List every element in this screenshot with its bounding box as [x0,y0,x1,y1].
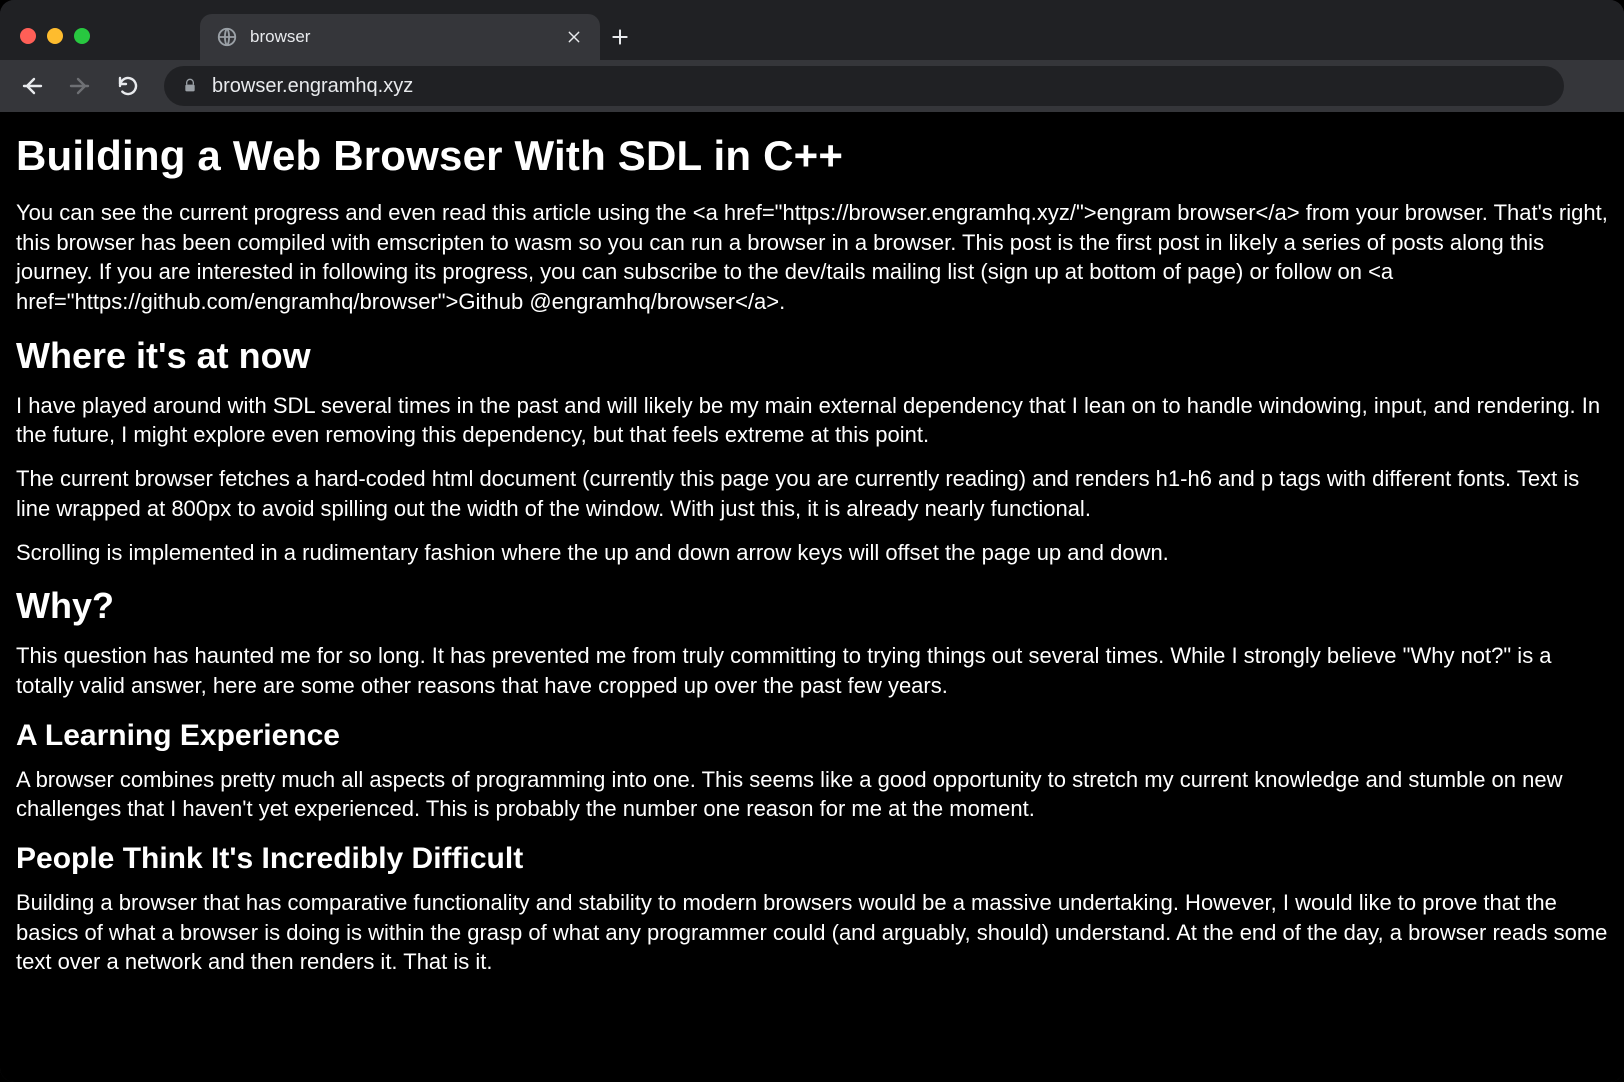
lock-icon [182,78,198,94]
paragraph: You can see the current progress and eve… [16,198,1608,317]
tab-active[interactable]: browser [200,14,600,60]
new-tab-button[interactable] [600,14,640,60]
paragraph: Building a browser that has comparative … [16,888,1608,977]
toolbar: browser.engramhq.xyz [0,60,1624,112]
heading-difficult: People Think It's Incredibly Difficult [16,842,1608,876]
window-close-button[interactable] [20,28,36,44]
paragraph: This question has haunted me for so long… [16,641,1608,700]
heading-where: Where it's at now [16,335,1608,377]
page-viewport[interactable]: Building a Web Browser With SDL in C++ Y… [0,112,1624,1082]
page-title: Building a Web Browser With SDL in C++ [16,132,1608,180]
forward-button[interactable] [58,66,102,106]
paragraph: A browser combines pretty much all aspec… [16,765,1608,824]
browser-window: browser browser.engramhq.xyz [0,0,1624,1082]
back-button[interactable] [10,66,54,106]
window-minimize-button[interactable] [47,28,63,44]
paragraph: I have played around with SDL several ti… [16,391,1608,450]
tabstrip: browser [200,14,640,60]
url-text: browser.engramhq.xyz [212,75,413,98]
reload-button[interactable] [106,66,150,106]
window-maximize-button[interactable] [74,28,90,44]
paragraph: Scrolling is implemented in a rudimentar… [16,538,1608,568]
globe-icon [216,26,238,48]
close-icon[interactable] [564,27,584,47]
heading-why: Why? [16,585,1608,627]
heading-learning: A Learning Experience [16,719,1608,753]
titlebar: browser [0,0,1624,60]
address-bar[interactable]: browser.engramhq.xyz [164,66,1564,106]
window-controls [20,28,90,44]
tab-title: browser [250,27,552,47]
paragraph: The current browser fetches a hard-coded… [16,464,1608,523]
